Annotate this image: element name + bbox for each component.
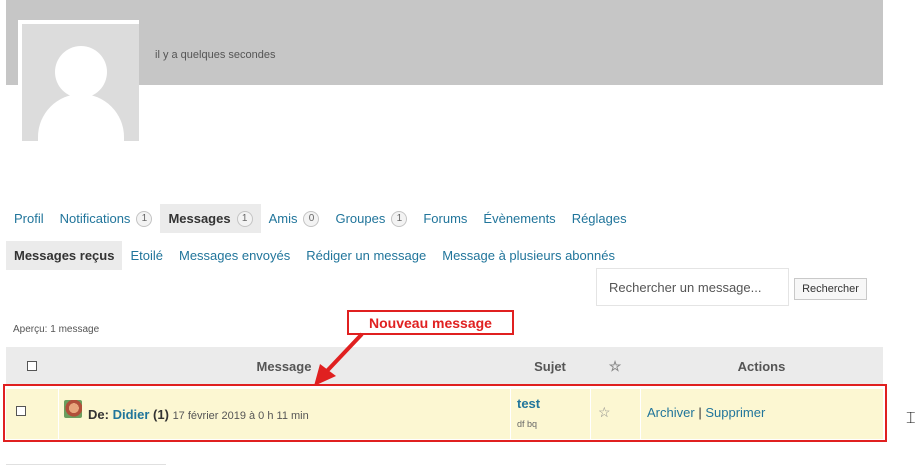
default-avatar-icon (22, 24, 139, 141)
subnav-item-notices[interactable]: Message à plusieurs abonnés (434, 241, 623, 270)
nav-item-reglages[interactable]: Réglages (564, 204, 635, 233)
divider (6, 464, 166, 465)
header-star-cell: ☆ (590, 347, 640, 385)
nav-item-notifications[interactable]: Notifications 1 (52, 204, 161, 233)
subnav-item-compose[interactable]: Rédiger un message (298, 241, 434, 270)
subnav-item-inbox[interactable]: Messages reçus (6, 241, 123, 270)
callout-arrow-icon (314, 332, 364, 386)
search-button[interactable]: Rechercher (794, 278, 867, 300)
nav-item-messages[interactable]: Messages 1 (160, 204, 261, 233)
subnav-item-sent[interactable]: Messages envoyés (171, 241, 298, 270)
nav-item-amis[interactable]: Amis 0 (261, 204, 328, 233)
nav-item-profil[interactable]: Profil (6, 204, 52, 233)
nav-item-groupes[interactable]: Groupes 1 (327, 204, 415, 233)
nav-item-forums[interactable]: Forums (415, 204, 475, 233)
text-cursor-icon: ⌶ (906, 410, 915, 427)
subnav-item-starred[interactable]: Etoilé (122, 241, 171, 270)
message-search-input[interactable] (596, 268, 789, 306)
main-nav: Profil Notifications 1 Messages 1 Amis 0 Gr… (6, 204, 635, 233)
new-message-highlight-box (3, 384, 887, 442)
messages-count-badge: 1 (236, 210, 253, 227)
nav-item-evenements[interactable]: Évènements (475, 204, 563, 233)
notifications-count-badge: 1 (136, 210, 153, 227)
header-actions: Actions (737, 358, 786, 374)
amis-count-badge: 0 (303, 210, 320, 227)
header-message: Message (256, 358, 312, 374)
profile-avatar[interactable] (18, 20, 139, 141)
star-icon: ☆ (608, 357, 622, 374)
messages-table-header: Message Sujet ☆ Actions (6, 347, 883, 385)
select-all-cell (6, 347, 58, 385)
header-subject: Sujet (534, 358, 566, 374)
last-active-text: il y a quelques secondes (155, 49, 276, 61)
message-count-preview: Aperçu: 1 message (13, 324, 100, 335)
select-all-checkbox[interactable] (27, 361, 37, 371)
messages-subnav: Messages reçus Etoilé Messages envoyés R… (6, 241, 623, 270)
groupes-count-badge: 1 (391, 210, 408, 227)
